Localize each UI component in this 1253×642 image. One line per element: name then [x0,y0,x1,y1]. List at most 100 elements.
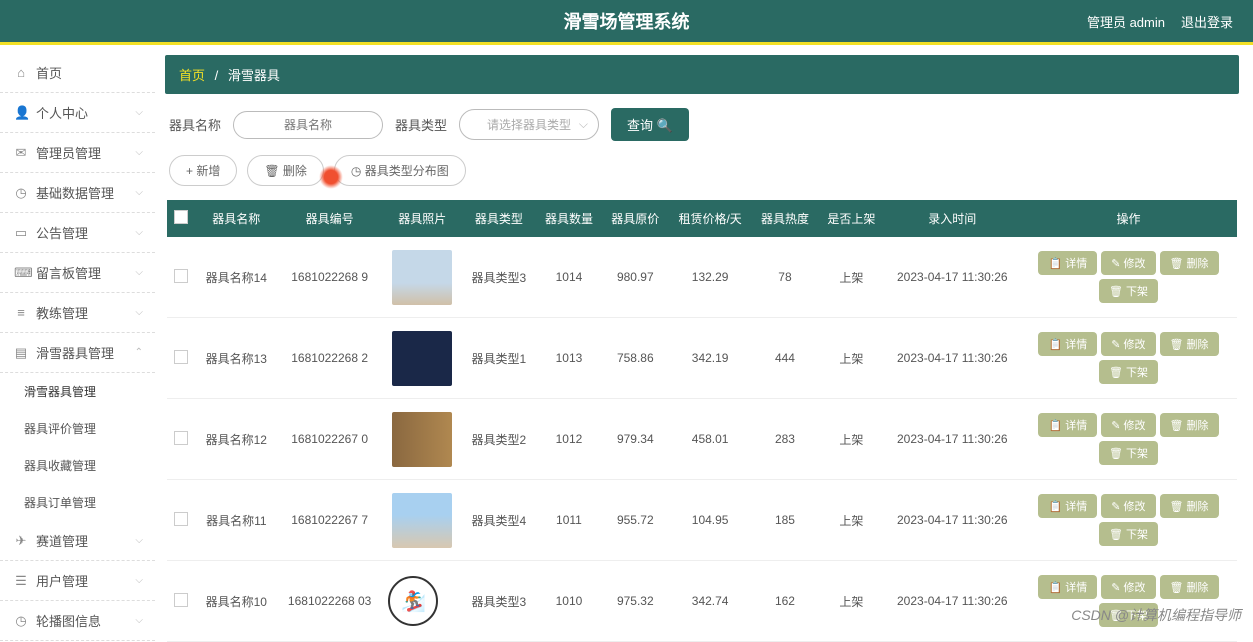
cell-ops: 📋 详情✎ 修改🗑 删除🗑 下架 [1020,318,1237,399]
submenu-item-favorite[interactable]: 器具收藏管理 [0,447,155,484]
equipment-thumb-icon[interactable]: 🏂 [388,576,438,626]
clock-icon: ◷ [14,185,28,201]
edit-button[interactable]: ✎ 修改 [1101,251,1155,275]
row-checkbox[interactable] [174,269,188,283]
detail-button[interactable]: 📋 详情 [1038,494,1097,518]
equipment-thumb-icon[interactable] [392,250,452,305]
submenu-label: 滑雪器具管理 [24,383,96,400]
sidebar-item-label: 个人中心 [36,103,88,122]
row-checkbox[interactable] [174,431,188,445]
sidebar-item-label: 基础数据管理 [36,183,114,202]
select-all-checkbox[interactable] [174,210,188,224]
offshelf-button[interactable]: 🗑 下架 [1099,441,1158,465]
chevron-down-icon: ⌵ [135,107,143,118]
cell-heat: 78 [752,237,818,318]
cell-name: 器具名称11 [196,480,277,561]
equipment-thumb-icon[interactable] [392,493,452,548]
cell-price: 975.32 [602,561,668,642]
edit-button[interactable]: ✎ 修改 [1101,332,1155,356]
submenu-item-order[interactable]: 器具订单管理 [0,484,155,521]
cell-type: 器具类型2 [462,399,536,480]
sidebar-item-equipment[interactable]: ▤滑雪器具管理⌃ [0,333,155,373]
row-delete-button[interactable]: 🗑 删除 [1160,575,1219,599]
chart-button[interactable]: ◷ 器具类型分布图 [334,155,466,186]
logout-link[interactable]: 退出登录 [1181,12,1233,31]
row-delete-button[interactable]: 🗑 删除 [1160,494,1219,518]
cell-thumb [382,480,462,561]
submenu-item-equip-mgmt[interactable]: 滑雪器具管理 [0,373,155,410]
sidebar-item-notice[interactable]: ▭公告管理⌵ [0,213,155,253]
equipment-thumb-icon[interactable] [392,331,452,386]
edit-button[interactable]: ✎ 修改 [1101,494,1155,518]
sidebar-item-carousel[interactable]: ◷轮播图信息⌵ [0,601,155,641]
row-delete-button[interactable]: 🗑 删除 [1160,332,1219,356]
row-delete-button[interactable]: 🗑 删除 [1160,413,1219,437]
chevron-up-icon: ⌃ [135,347,143,358]
cell-code: 1681022267 7 [277,480,383,561]
submenu-item-review[interactable]: 器具评价管理 [0,410,155,447]
offshelf-button[interactable]: 🗑 下架 [1099,522,1158,546]
edit-button[interactable]: ✎ 修改 [1101,413,1155,437]
table-row: 器具名称141681022268 9器具类型31014980.97132.297… [167,237,1237,318]
sidebar-item-message[interactable]: ⌨留言板管理⌵ [0,253,155,293]
offshelf-button[interactable]: 🗑 下架 [1099,360,1158,384]
cell-qty: 1014 [536,237,602,318]
table-header: 器具原价 [602,200,668,237]
sidebar-item-profile[interactable]: 👤个人中心⌵ [0,93,155,133]
row-checkbox[interactable] [174,350,188,364]
table-header: 录入时间 [885,200,1021,237]
search-type-select[interactable]: 请选择器具类型⌵ [459,109,599,140]
detail-button[interactable]: 📋 详情 [1038,413,1097,437]
cell-type: 器具类型1 [462,318,536,399]
chevron-down-icon: ⌵ [135,615,143,626]
sidebar-item-track[interactable]: ✈赛道管理⌵ [0,521,155,561]
menu-icon: ☰ [14,573,28,589]
chevron-down-icon: ⌵ [135,575,143,586]
sidebar-item-coach[interactable]: ≡教练管理⌵ [0,293,155,333]
sidebar-item-basedata[interactable]: ◷基础数据管理⌵ [0,173,155,213]
cell-type: 器具类型4 [462,480,536,561]
app-title: 滑雪场管理系统 [564,8,690,34]
sidebar-item-admin[interactable]: ✉管理员管理⌵ [0,133,155,173]
cell-rent: 342.74 [668,561,751,642]
table-header: 器具数量 [536,200,602,237]
cell-type: 器具类型3 [462,237,536,318]
cell-qty: 1011 [536,480,602,561]
sidebar-item-user[interactable]: ☰用户管理⌵ [0,561,155,601]
detail-button[interactable]: 📋 详情 [1038,251,1097,275]
row-checkbox[interactable] [174,593,188,607]
cell-time: 2023-04-17 11:30:26 [885,561,1021,642]
detail-button[interactable]: 📋 详情 [1038,332,1097,356]
add-button[interactable]: + 新增 [169,155,237,186]
submenu-label: 器具评价管理 [24,420,96,437]
equipment-thumb-icon[interactable] [392,412,452,467]
breadcrumb-home[interactable]: 首页 [179,68,205,83]
sidebar-item-label: 公告管理 [36,223,88,242]
search-name-input[interactable] [233,111,383,139]
table-header [167,200,196,237]
row-checkbox[interactable] [174,512,188,526]
sidebar-item-label: 留言板管理 [36,263,101,282]
search-name-label: 器具名称 [169,115,221,134]
table-row: 器具名称131681022268 2器具类型11013758.86342.194… [167,318,1237,399]
search-row: 器具名称 器具类型 请选择器具类型⌵ 查询 🔍 [159,108,1245,155]
offshelf-button[interactable]: 🗑 下架 [1099,279,1158,303]
cell-time: 2023-04-17 11:30:26 [885,318,1021,399]
cell-time: 2023-04-17 11:30:26 [885,480,1021,561]
admin-label[interactable]: 管理员 admin [1087,12,1165,31]
edit-button[interactable]: ✎ 修改 [1101,575,1155,599]
cell-thumb: 🏂 [382,561,462,642]
cell-ops: 📋 详情✎ 修改🗑 删除🗑 下架 [1020,561,1237,642]
delete-button[interactable]: 🗑 删除 [247,155,324,186]
cell-price: 979.34 [602,399,668,480]
cell-type: 器具类型3 [462,561,536,642]
submenu-equipment: 滑雪器具管理 器具评价管理 器具收藏管理 器具订单管理 [0,373,155,521]
sidebar-item-home[interactable]: ⌂首页 [0,53,155,93]
cell-name: 器具名称13 [196,318,277,399]
row-delete-button[interactable]: 🗑 删除 [1160,251,1219,275]
cell-qty: 1013 [536,318,602,399]
detail-button[interactable]: 📋 详情 [1038,575,1097,599]
cell-code: 1681022267 0 [277,399,383,480]
query-button[interactable]: 查询 🔍 [611,108,689,141]
table-header: 器具照片 [382,200,462,237]
